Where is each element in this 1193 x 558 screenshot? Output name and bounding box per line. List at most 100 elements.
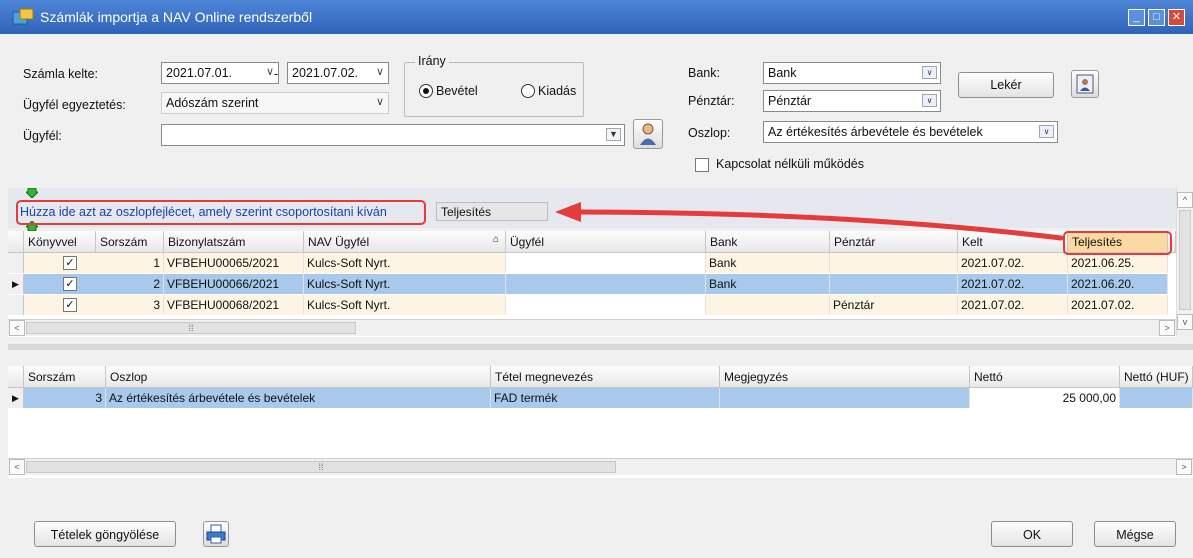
scroll-down-icon[interactable]: v <box>1177 314 1193 330</box>
bank-select[interactable]: Bank ∨ <box>763 62 941 84</box>
item-name: FAD termék <box>491 388 720 408</box>
col-header-book[interactable]: Könyvvel <box>24 231 96 253</box>
item-note <box>720 388 970 408</box>
col-header-item-number[interactable]: Sorszám <box>24 366 106 388</box>
title-bar: Számlák importja a NAV Online rendszerbő… <box>0 0 1193 34</box>
date-from-value: 2021.07.01. <box>166 66 233 80</box>
close-icon[interactable]: ✕ <box>1168 9 1185 26</box>
row-nav-client: Kulcs-Soft Nyrt. <box>304 295 506 315</box>
row-bank: Bank <box>706 274 830 294</box>
row-book-checkbox[interactable]: ✓ <box>63 277 77 291</box>
items-grid: Sorszám Oszlop Tétel megnevezés Megjegyz… <box>8 366 1193 478</box>
vertical-scrollbar[interactable]: ^ v <box>1176 188 1193 336</box>
column-value: Az értékesítés árbevétele és bevételek <box>768 125 983 139</box>
row-fulfil: 2021.07.02. <box>1068 295 1168 315</box>
person-icon <box>640 123 656 145</box>
scroll-up-icon[interactable]: ^ <box>1177 192 1193 208</box>
client-match-select[interactable]: Adószám szerint ∨ <box>161 92 389 114</box>
column-label: Oszlop: <box>688 126 731 140</box>
scroll-left-icon[interactable]: < <box>9 459 25 475</box>
row-cash: Pénztár <box>830 295 958 315</box>
splitter[interactable] <box>8 344 1193 350</box>
client-match-label: Ügyfél egyeztetés: <box>23 98 126 112</box>
row-indicator-header <box>8 231 24 253</box>
row-doc: VFBEHU00065/2021 <box>164 253 304 273</box>
horizontal-scrollbar[interactable]: < ⁞⁞ > <box>8 458 1193 475</box>
direction-legend: Irány <box>415 54 449 68</box>
row-cash <box>830 274 958 294</box>
sort-icon: ⌂ <box>492 234 499 245</box>
col-header-nav-client[interactable]: NAV Ügyfél ⌂ <box>304 231 506 253</box>
date-separator: - <box>274 67 279 81</box>
highlight-fulfil-header <box>1063 231 1172 255</box>
row-date: 2021.07.02. <box>958 274 1068 294</box>
col-header-net[interactable]: Nettó <box>970 366 1120 388</box>
highlight-group-hint <box>16 200 426 225</box>
scroll-right-icon[interactable]: > <box>1159 320 1175 336</box>
col-header-note[interactable]: Megjegyzés <box>720 366 970 388</box>
chevron-down-icon: ∨ <box>922 66 937 79</box>
item-number: 3 <box>24 388 106 408</box>
bank-value: Bank <box>768 66 797 80</box>
cancel-button[interactable]: Mégse <box>1094 521 1176 547</box>
dropdown-arrow-icon: ▼ <box>606 128 621 141</box>
collapse-items-button[interactable]: Tételek göngyölése <box>34 521 176 547</box>
offline-label: Kapcsolat nélküli működés <box>716 157 864 171</box>
col-header-net-huf[interactable]: Nettó (HUF) <box>1120 366 1193 388</box>
row-client[interactable] <box>506 253 706 273</box>
arrow-down-icon <box>26 188 38 198</box>
item-net: 25 000,00 <box>970 388 1120 408</box>
minimize-icon[interactable]: _ <box>1128 9 1145 26</box>
date-to-picker[interactable]: 2021.07.02. ∨ <box>287 62 389 84</box>
col-header-item-name[interactable]: Tétel megnevezés <box>491 366 720 388</box>
radio-expense[interactable] <box>521 84 535 98</box>
cash-value: Pénztár <box>768 94 812 108</box>
scroll-left-icon[interactable]: < <box>9 320 25 336</box>
row-number: 1 <box>96 253 164 273</box>
fetch-button[interactable]: Lekér <box>958 72 1054 98</box>
chevron-down-icon: ∨ <box>375 96 384 108</box>
print-button[interactable] <box>203 521 229 547</box>
direction-group: Irány Bevétel Kiadás <box>404 54 584 117</box>
row-doc: VFBEHU00066/2021 <box>164 274 304 294</box>
date-from-picker[interactable]: 2021.07.01. ∨ <box>161 62 279 84</box>
radio-income[interactable] <box>419 84 433 98</box>
row-nav-client: Kulcs-Soft Nyrt. <box>304 274 506 294</box>
vscroll-thumb[interactable] <box>1179 210 1191 310</box>
item-net-huf <box>1120 388 1193 408</box>
nav-client-header-label: NAV Ügyfél <box>308 235 370 249</box>
row-book-checkbox[interactable]: ✓ <box>63 298 77 312</box>
row-number: 3 <box>96 295 164 315</box>
client-search-button[interactable] <box>633 119 663 149</box>
col-header-column[interactable]: Oszlop <box>106 366 491 388</box>
chevron-down-icon: ∨ <box>1039 125 1054 138</box>
column-select[interactable]: Az értékesítés árbevétele és bevételek ∨ <box>763 121 1058 143</box>
dragged-column-chip[interactable]: Teljesítés <box>436 202 548 221</box>
row-book-checkbox[interactable]: ✓ <box>63 256 77 270</box>
row-bank: Bank <box>706 253 830 273</box>
ok-button[interactable]: OK <box>991 521 1073 547</box>
col-header-number[interactable]: Sorszám <box>96 231 164 253</box>
current-row-icon: ▶ <box>8 388 24 408</box>
app-icon <box>12 8 34 25</box>
horizontal-scrollbar[interactable]: < ⁞⁞ > <box>8 319 1176 336</box>
filter-panel: Számla kelte: 2021.07.01. ∨ - 2021.07.02… <box>8 40 1185 188</box>
printer-icon <box>206 524 226 544</box>
maximize-icon[interactable]: □ <box>1148 9 1165 26</box>
row-client[interactable] <box>506 274 706 294</box>
scroll-thumb[interactable]: ⁞⁞ <box>26 322 356 334</box>
client-select[interactable]: ▼ <box>161 124 625 146</box>
row-client[interactable] <box>506 295 706 315</box>
scroll-thumb[interactable]: ⁞⁞ <box>26 461 616 473</box>
settings-button[interactable] <box>1071 70 1099 98</box>
invoices-grid: Könyvvel Sorszám Bizonylatszám NAV Ügyfé… <box>8 231 1176 337</box>
scroll-right-icon[interactable]: > <box>1176 459 1192 475</box>
col-header-doc[interactable]: Bizonylatszám <box>164 231 304 253</box>
offline-checkbox[interactable] <box>695 158 709 172</box>
row-number: 2 <box>96 274 164 294</box>
document-person-icon <box>1076 74 1094 94</box>
row-cash <box>830 253 958 273</box>
row-indicator <box>8 253 24 273</box>
cash-select[interactable]: Pénztár ∨ <box>763 90 941 112</box>
row-nav-client: Kulcs-Soft Nyrt. <box>304 253 506 273</box>
